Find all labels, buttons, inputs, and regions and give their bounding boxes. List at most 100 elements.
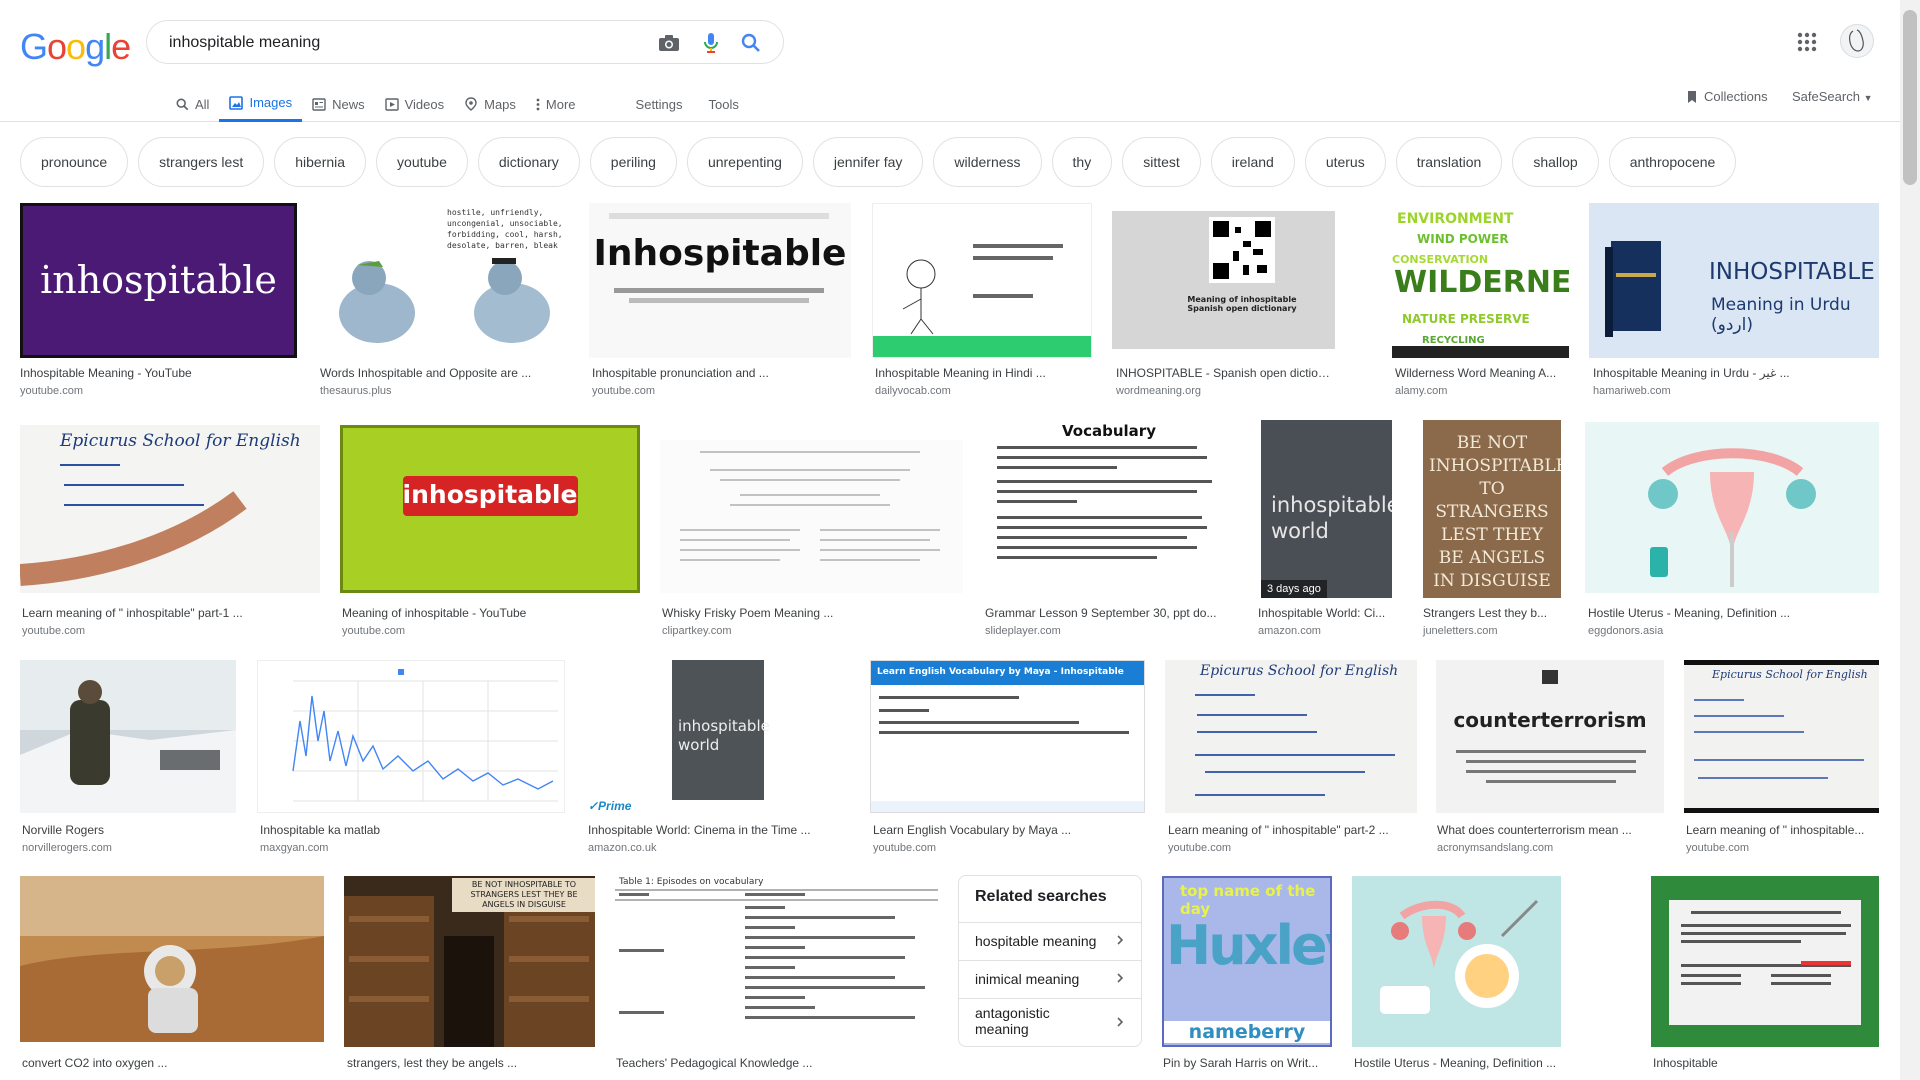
related-chip[interactable]: anthropocene (1608, 137, 1737, 187)
tools-link[interactable]: Tools (699, 86, 749, 122)
result-image[interactable]: INHOSPITABLE Meaning in Urdu (اردو) (1589, 203, 1879, 358)
result-caption[interactable]: Pin by Sarah Harris on Writ... (1163, 1056, 1338, 1070)
safesearch-button[interactable]: SafeSearch ▼ (1792, 89, 1872, 104)
result-caption[interactable]: Inhospitable (1653, 1056, 1878, 1070)
result-image[interactable]: Epicurus School for English (20, 425, 320, 593)
result-image[interactable]: BE NOT INHOSPITABLE TO STRANGERS LEST TH… (1423, 420, 1561, 598)
related-chip[interactable]: shallop (1512, 137, 1599, 187)
result-image[interactable]: inhospitable world ✓Prime (586, 660, 850, 813)
result-source[interactable]: hamariweb.com (1593, 385, 1671, 397)
result-caption[interactable]: Inhospitable World: Ci... (1258, 606, 1388, 620)
result-caption[interactable]: Hostile Uterus - Meaning, Definition ... (1354, 1056, 1564, 1070)
related-search-item[interactable]: antagonistic meaning (959, 998, 1141, 1046)
result-caption[interactable]: Strangers Lest they b... (1423, 606, 1563, 620)
result-image[interactable]: Vocabulary (983, 422, 1235, 593)
result-caption[interactable]: Learn meaning of " inhospitable" part-1 … (22, 606, 312, 620)
search-input[interactable] (167, 31, 621, 55)
result-caption[interactable]: Inhospitable Meaning in Urdu - غیر ... (1593, 366, 1878, 380)
result-source[interactable]: youtube.com (1168, 842, 1231, 854)
result-source[interactable]: youtube.com (1686, 842, 1749, 854)
result-caption[interactable]: Meaning of inhospitable - YouTube (342, 606, 632, 620)
result-caption[interactable]: convert CO2 into oxygen ... (22, 1056, 322, 1070)
result-caption[interactable]: What does counterterrorism mean ... (1437, 823, 1662, 837)
result-image[interactable] (1651, 876, 1879, 1047)
result-image[interactable]: hostile, unfriendly, uncongenial, unsoci… (317, 203, 569, 358)
result-source[interactable]: youtube.com (20, 385, 83, 397)
related-search-item[interactable]: inimical meaning (959, 960, 1141, 998)
result-source[interactable]: thesaurus.plus (320, 385, 392, 397)
related-chip[interactable]: thy (1051, 137, 1113, 187)
scrollbar-thumb[interactable] (1903, 10, 1917, 185)
camera-icon[interactable] (657, 32, 681, 54)
related-chip[interactable]: jennifer fay (812, 137, 924, 187)
result-caption[interactable]: Inhospitable ka matlab (260, 823, 560, 837)
result-source[interactable]: youtube.com (22, 625, 85, 637)
result-caption[interactable]: Learn English Vocabulary by Maya ... (873, 823, 1143, 837)
result-source[interactable]: wordmeaning.org (1116, 385, 1201, 397)
result-caption[interactable]: strangers, lest they be angels ... (347, 1056, 597, 1070)
result-image[interactable]: inhospitable (340, 425, 640, 593)
result-image[interactable]: inhospitable world 3 days ago (1261, 420, 1392, 598)
tab-more[interactable]: More (526, 86, 586, 122)
result-image[interactable]: counterterrorism (1436, 660, 1664, 813)
result-image[interactable] (872, 203, 1092, 358)
related-chip[interactable]: periling (589, 137, 677, 187)
settings-link[interactable]: Settings (626, 86, 693, 122)
result-image[interactable]: Table 1: Episodes on vocabulary (615, 876, 938, 1042)
result-image[interactable]: Epicurus School for English (1165, 660, 1417, 813)
related-chip[interactable]: strangers lest (138, 137, 265, 187)
result-source[interactable]: alamy.com (1395, 385, 1447, 397)
result-caption[interactable]: Norville Rogers (22, 823, 232, 837)
result-source[interactable]: slideplayer.com (985, 625, 1061, 637)
related-chip[interactable]: ireland (1210, 137, 1295, 187)
tab-news[interactable]: News (302, 86, 375, 122)
result-image[interactable]: top name of the day Huxley nameberry (1162, 876, 1332, 1047)
tab-all[interactable]: All (166, 86, 219, 122)
related-chip[interactable]: translation (1395, 137, 1503, 187)
result-caption[interactable]: Words Inhospitable and Opposite are ... (320, 366, 570, 380)
result-caption[interactable]: Inhospitable World: Cinema in the Time .… (588, 823, 848, 837)
result-source[interactable]: acronymsandslang.com (1437, 842, 1553, 854)
result-image[interactable] (660, 440, 963, 593)
result-caption[interactable]: Inhospitable Meaning in Hindi ... (875, 366, 1090, 380)
result-source[interactable]: amazon.com (1258, 625, 1321, 637)
result-image[interactable]: Epicurus School for English (1684, 660, 1879, 813)
result-image[interactable]: ENVIRONMENT WIND POWER CONSERVATION NATURE … (1392, 203, 1569, 358)
result-image[interactable] (1352, 876, 1561, 1047)
tab-maps[interactable]: Maps (454, 86, 526, 122)
related-chip[interactable]: sittest (1122, 137, 1201, 187)
tab-videos[interactable]: Videos (375, 86, 455, 122)
result-image[interactable]: BE NOT INHOSPITABLE TO STRANGERS LEST TH… (344, 876, 595, 1047)
result-image[interactable]: inhospitable (20, 203, 297, 358)
result-source[interactable]: dailyvocab.com (875, 385, 951, 397)
result-source[interactable]: norvillerogers.com (22, 842, 112, 854)
result-caption[interactable]: Whisky Frisky Poem Meaning ... (662, 606, 962, 620)
result-source[interactable]: maxgyan.com (260, 842, 328, 854)
result-image[interactable] (20, 876, 324, 1042)
result-source[interactable]: youtube.com (592, 385, 655, 397)
result-caption[interactable]: Grammar Lesson 9 September 30, ppt do... (985, 606, 1235, 620)
related-chip[interactable]: pronounce (20, 137, 129, 187)
related-chip[interactable]: wilderness (933, 137, 1042, 187)
result-caption[interactable]: Learn meaning of " inhospitable" part-2 … (1168, 823, 1413, 837)
google-logo[interactable]: Google (20, 26, 131, 68)
search-icon[interactable] (739, 32, 763, 54)
result-caption[interactable]: Learn meaning of " inhospitable... (1686, 823, 1879, 837)
tab-images[interactable]: Images (219, 86, 303, 122)
result-image[interactable]: Learn English Vocabulary by Maya - Inhos… (870, 660, 1145, 813)
result-caption[interactable]: Hostile Uterus - Meaning, Definition ... (1588, 606, 1878, 620)
result-source[interactable]: clipartkey.com (662, 625, 731, 637)
collections-button[interactable]: Collections (1686, 89, 1768, 104)
related-chip[interactable]: unrepenting (686, 137, 803, 187)
microphone-icon[interactable] (699, 32, 723, 54)
result-source[interactable]: youtube.com (342, 625, 405, 637)
related-chip[interactable]: youtube (376, 137, 468, 187)
result-source[interactable]: juneletters.com (1423, 625, 1498, 637)
result-caption[interactable]: Inhospitable Meaning - YouTube (20, 366, 280, 380)
result-image[interactable] (20, 660, 236, 813)
result-image[interactable]: Inhospitable (589, 203, 851, 358)
result-caption[interactable]: Inhospitable pronunciation and ... (592, 366, 847, 380)
result-source[interactable]: amazon.co.uk (588, 842, 656, 854)
related-chip[interactable]: hibernia (274, 137, 367, 187)
result-caption[interactable]: INHOSPITABLE - Spanish open dictionary (1116, 366, 1336, 380)
